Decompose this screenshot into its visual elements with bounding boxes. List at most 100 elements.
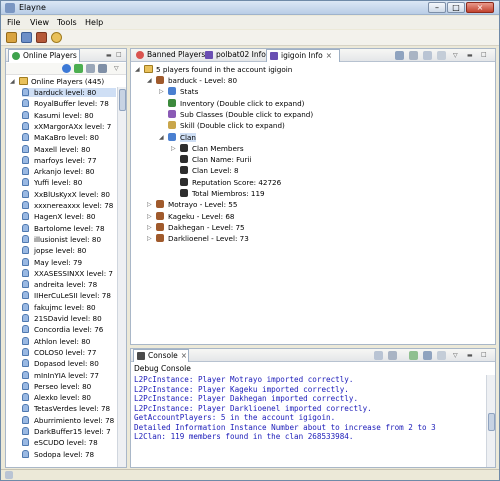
player-list-item[interactable]: XXASESSINXX level: 7 <box>22 268 116 278</box>
player-list-item[interactable]: DarkBuffer15 level: 7 <box>22 427 116 436</box>
link-icon[interactable] <box>395 51 404 60</box>
player-list-item[interactable]: Sodopa level: 78 <box>22 449 116 459</box>
player-list-item[interactable]: fakujmc level: 80 <box>22 302 116 312</box>
player-list-item[interactable]: XxBlUsKyxX level: 80 <box>22 189 116 199</box>
expand-icon[interactable] <box>437 51 446 60</box>
expand-icon[interactable]: ▷ <box>147 200 152 209</box>
player-label: Yuffi level: 80 <box>34 178 83 188</box>
player-list-item[interactable]: Yuffi level: 80 <box>22 178 116 187</box>
player-list-item[interactable]: IIHerCuLeSII level: 78 <box>22 291 116 300</box>
player-list-item[interactable]: Bartolome level: 78 <box>22 223 116 233</box>
player-list-item[interactable]: andreita level: 78 <box>22 280 116 289</box>
list-icon[interactable] <box>98 64 107 73</box>
minimize-view-icon[interactable]: ▬ <box>106 52 112 59</box>
minimize-view-icon[interactable]: ▬ <box>467 352 473 359</box>
maximize-view-icon[interactable]: □ <box>481 51 487 58</box>
expand-icon[interactable]: ▷ <box>147 223 152 232</box>
expand-icon[interactable]: ▷ <box>159 87 164 96</box>
menu-view[interactable]: View <box>30 18 49 27</box>
player-list-item[interactable]: barduck level: 80 <box>22 88 116 97</box>
maximize-view-icon[interactable]: □ <box>481 351 487 358</box>
player-list-item[interactable]: Kasumi level: 80 <box>22 110 116 120</box>
player-list-item[interactable]: May level: 79 <box>22 257 116 267</box>
collapse-icon[interactable]: ◢ <box>10 77 15 86</box>
scroll-lock-icon[interactable] <box>388 351 397 360</box>
player-list-item[interactable]: TetasVerdes level: 78 <box>22 404 116 413</box>
console-scrollbar[interactable] <box>486 375 495 467</box>
player-list-item[interactable]: COLOS0 level: 77 <box>22 347 116 357</box>
view-menu-icon[interactable]: ▽ <box>453 52 458 59</box>
collapse-icon[interactable]: ◢ <box>147 76 152 85</box>
players-scroll-thumb[interactable] <box>119 89 126 111</box>
console-options-icon[interactable] <box>423 351 432 360</box>
player-list-item[interactable]: Athlon level: 80 <box>22 336 116 346</box>
collapse-icon[interactable]: ◢ <box>159 133 164 142</box>
maximize-button[interactable]: □ <box>447 2 465 13</box>
player-list-item[interactable]: marfoys level: 77 <box>22 155 116 165</box>
console-scroll-thumb[interactable] <box>488 413 495 431</box>
pin-icon[interactable] <box>423 51 432 60</box>
close-tab-icon[interactable]: × <box>326 51 332 60</box>
player-list-item[interactable]: mInInYIA level: 77 <box>22 370 116 380</box>
close-window-button[interactable]: × <box>466 2 494 13</box>
player-list-item[interactable]: Dopasod level: 80 <box>22 359 116 368</box>
fast-view-icon[interactable] <box>5 471 13 479</box>
player-list-item[interactable]: MaKaBro level: 80 <box>22 133 116 142</box>
maximize-view-icon[interactable]: □ <box>116 51 122 58</box>
player-list-item[interactable]: Arkanjo level: 80 <box>22 167 116 176</box>
player-list-item[interactable]: Maxell level: 80 <box>22 144 116 154</box>
info-icon[interactable] <box>62 64 71 73</box>
open-icon[interactable] <box>6 32 17 43</box>
menu-help[interactable]: Help <box>85 18 103 27</box>
player-label: COLOS0 level: 77 <box>34 347 97 357</box>
player-list-item[interactable]: Aburrimiento level: 78 <box>22 415 116 425</box>
collapse-icon[interactable]: ◢ <box>135 65 140 74</box>
console-icon <box>137 352 145 360</box>
player-label: Arkanjo level: 80 <box>34 167 95 177</box>
tab-igigoin-info[interactable]: igigoin Info × <box>266 49 340 62</box>
tree-node-label: Motrayo - Level: 55 <box>168 200 238 210</box>
refresh-icon[interactable] <box>74 64 83 73</box>
pin-console-icon[interactable] <box>409 351 418 360</box>
open-console-icon[interactable] <box>437 351 446 360</box>
expand-icon[interactable]: ▷ <box>147 212 152 221</box>
player-list-item[interactable]: Concordia level: 76 <box>22 325 116 334</box>
players-scrollbar[interactable] <box>117 87 126 467</box>
player-list-item[interactable]: xXMargorAXx level: 7 <box>22 121 116 131</box>
tab-banned-players[interactable]: Banned Players <box>133 49 205 62</box>
clan-member-icon <box>180 177 188 186</box>
player-list-item[interactable]: RoyalBuffer level: 78 <box>22 99 116 108</box>
database-icon[interactable] <box>36 32 47 43</box>
player-list-item[interactable]: xxxnereaxxx level: 78 <box>22 201 116 210</box>
close-tab-icon[interactable]: × <box>181 351 187 360</box>
menu-file[interactable]: File <box>7 18 20 27</box>
minimize-view-icon[interactable]: ▬ <box>467 52 473 59</box>
player-label: andreita level: 78 <box>34 280 98 290</box>
sync-icon[interactable] <box>409 51 418 60</box>
view-menu-icon[interactable]: ▽ <box>114 65 119 72</box>
player-list-item[interactable]: illusionist level: 80 <box>22 234 116 244</box>
online-players-panel: Online Players ▬ □ ▽ ◢ Online Players (4… <box>5 48 127 468</box>
menu-tools[interactable]: Tools <box>57 18 77 27</box>
tab-polbat02-info[interactable]: polbat02 Info <box>202 49 266 62</box>
search-icon[interactable] <box>51 32 62 43</box>
tree-node-label: Stats <box>180 87 199 97</box>
tab-console[interactable]: Console × <box>133 349 189 362</box>
view-menu-icon[interactable]: ▽ <box>453 352 458 359</box>
polbat02-tab-label: polbat02 Info <box>216 50 266 59</box>
player-list-item[interactable]: 21SDavid level: 80 <box>22 314 116 323</box>
connect-icon[interactable] <box>21 32 32 43</box>
player-list-item[interactable]: HagenX level: 80 <box>22 212 116 221</box>
node-icon <box>168 121 176 130</box>
player-list-item[interactable]: Alexko level: 80 <box>22 393 116 402</box>
expand-icon[interactable]: ▷ <box>147 234 152 243</box>
player-list-item[interactable]: eSCUDO level: 78 <box>22 438 116 447</box>
banned-icon <box>136 51 144 59</box>
tab-online-players[interactable]: Online Players <box>8 49 80 62</box>
filter-icon[interactable] <box>86 64 95 73</box>
expand-icon[interactable]: ▷ <box>171 144 176 153</box>
minimize-button[interactable]: – <box>428 2 446 13</box>
player-list-item[interactable]: jopse level: 80 <box>22 246 116 255</box>
display-icon[interactable] <box>374 351 383 360</box>
player-list-item[interactable]: Perseo level: 80 <box>22 381 116 391</box>
